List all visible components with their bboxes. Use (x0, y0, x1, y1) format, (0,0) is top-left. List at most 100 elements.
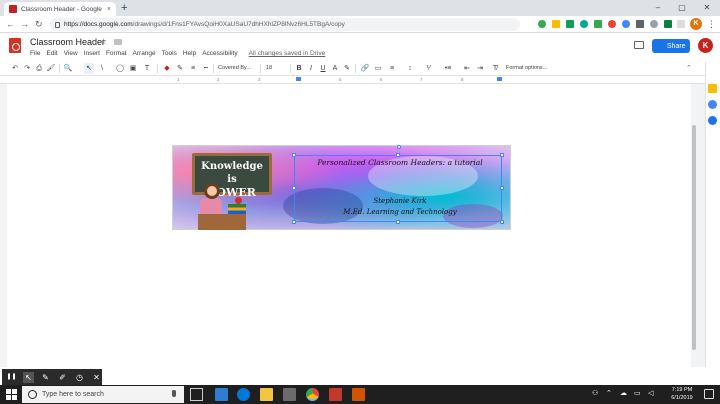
zoom-button[interactable]: 🔍 (62, 63, 74, 74)
scrollbar-thumb[interactable] (692, 125, 696, 350)
menu-view[interactable]: View (64, 50, 78, 57)
people-icon[interactable]: ⚇ (592, 389, 598, 399)
windows-start-icon[interactable] (6, 389, 17, 400)
action-center-icon[interactable] (704, 389, 714, 399)
address-bar[interactable]: https://docs.google.com/drawings/d/1Fns1… (50, 18, 520, 31)
border-dash-button[interactable]: ┅ (201, 63, 211, 74)
line-tool-button[interactable]: \ (97, 63, 107, 74)
system-clock[interactable]: 7:19 PM 6/1/2019 (664, 386, 700, 402)
taskbar-search-box[interactable]: Type here to search (22, 386, 184, 403)
highlight-button[interactable]: ✎ (343, 63, 351, 74)
close-recorder-button[interactable]: ✕ (91, 372, 102, 383)
chrome-icon[interactable] (306, 388, 319, 401)
extension-check-icon[interactable] (538, 20, 546, 28)
pause-recording-button[interactable]: ❚❚ (6, 372, 17, 383)
edge-browser-icon[interactable] (237, 388, 250, 401)
menu-tools[interactable]: Tools (162, 50, 177, 57)
rotate-handle[interactable] (397, 145, 401, 149)
extension-gray-icon[interactable] (636, 20, 644, 28)
save-status-link[interactable]: All changes saved in Drive (249, 50, 326, 57)
undo-button[interactable]: ↶ (10, 63, 20, 74)
print-button[interactable]: ⎙ (34, 63, 44, 74)
extension-grammar-icon[interactable] (580, 20, 588, 28)
menu-format[interactable]: Format (106, 50, 127, 57)
extension-circle-icon[interactable] (650, 20, 658, 28)
minimize-button[interactable]: – (648, 0, 668, 16)
resize-handle[interactable] (396, 220, 400, 224)
bulleted-list-button[interactable]: •≡ (442, 63, 454, 74)
format-options-button[interactable]: Format options... (506, 63, 556, 74)
account-avatar[interactable]: K (698, 38, 713, 53)
browser-profile-avatar[interactable]: K (690, 18, 702, 30)
image-button[interactable]: ▣ (128, 63, 138, 74)
resize-handle[interactable] (500, 220, 504, 224)
app-red-icon[interactable] (329, 388, 342, 401)
numbered-list-button[interactable]: ⅟ (423, 63, 433, 74)
text-color-button[interactable]: A (331, 63, 339, 74)
app-orange-icon[interactable] (352, 388, 365, 401)
increase-indent-button[interactable]: ⇥ (475, 63, 485, 74)
resize-handle[interactable] (292, 186, 296, 190)
tasks-icon[interactable] (708, 100, 717, 109)
collapse-toolbar-icon[interactable]: ⌃ (686, 63, 692, 74)
border-color-button[interactable]: ✎ (175, 63, 185, 74)
select-tool-button[interactable]: ↖ (84, 63, 94, 74)
paint-format-button[interactable]: 🖌 (46, 63, 56, 74)
link-button[interactable]: 🔗 (360, 63, 370, 74)
font-size-select[interactable]: 18 (266, 63, 286, 74)
microphone-icon[interactable] (172, 390, 176, 397)
menu-edit[interactable]: Edit (46, 50, 57, 57)
menu-accessibility[interactable]: Accessibility (202, 50, 237, 57)
onedrive-icon[interactable]: ☁ (620, 389, 627, 399)
resize-handle[interactable] (292, 220, 296, 224)
pen-tool-button[interactable]: ✎ (40, 372, 51, 383)
align-button[interactable]: ≡ (387, 63, 397, 74)
font-select[interactable]: Covered By... (218, 63, 258, 74)
fill-color-button[interactable]: ◆ (162, 63, 172, 74)
extension-puzzle-icon[interactable] (677, 20, 685, 28)
comment-button[interactable]: ▭ (373, 63, 383, 74)
extension-blue-icon[interactable] (622, 20, 630, 28)
resize-handle[interactable] (292, 153, 296, 157)
show-hidden-icons[interactable]: ⌃ (606, 389, 612, 399)
left-indent-marker[interactable] (296, 77, 301, 81)
task-view-icon[interactable] (190, 388, 203, 401)
edge-classic-icon[interactable] (215, 388, 228, 401)
back-button[interactable]: ← (6, 19, 15, 29)
redo-button[interactable]: ↷ (22, 63, 32, 74)
menu-help[interactable]: Help (183, 50, 196, 57)
comment-history-icon[interactable] (634, 41, 644, 49)
right-indent-marker[interactable] (497, 77, 502, 81)
border-weight-button[interactable]: ≡ (188, 63, 198, 74)
store-icon[interactable] (283, 388, 296, 401)
close-tab-icon[interactable]: × (107, 6, 111, 13)
bold-button[interactable]: B (295, 63, 303, 74)
drawings-logo[interactable] (9, 38, 21, 53)
menu-insert[interactable]: Insert (84, 50, 100, 57)
resize-handle[interactable] (500, 186, 504, 190)
extension-sheet-icon[interactable] (566, 20, 574, 28)
text-box-selection[interactable] (294, 155, 502, 222)
file-explorer-icon[interactable] (260, 388, 273, 401)
timer-button[interactable]: ◷ (74, 372, 85, 383)
menu-arrange[interactable]: Arrange (133, 50, 156, 57)
resize-handle[interactable] (500, 153, 504, 157)
resize-handle[interactable] (396, 153, 400, 157)
underline-button[interactable]: U (319, 63, 327, 74)
forward-button[interactable]: → (20, 19, 29, 29)
keep-icon[interactable] (708, 84, 717, 93)
close-window-button[interactable]: ✕ (697, 0, 717, 16)
star-icon[interactable]: ☆ (100, 37, 107, 46)
document-title[interactable]: Classroom Header (30, 37, 105, 47)
menu-file[interactable]: File (30, 50, 40, 57)
maximize-button[interactable]: ▢ (672, 0, 692, 16)
new-tab-button[interactable]: + (121, 2, 127, 14)
shape-tool-button[interactable]: ◯ (115, 63, 125, 74)
extension-bookmark-icon[interactable] (664, 20, 672, 28)
extension-folder-icon[interactable] (552, 20, 560, 28)
browser-menu-icon[interactable]: ⋮ (707, 18, 716, 30)
network-icon[interactable]: ▭ (634, 389, 641, 399)
text-box-button[interactable]: T (142, 63, 152, 74)
clear-formatting-button[interactable]: T̸ (490, 63, 500, 74)
highlighter-tool-button[interactable]: ✐ (57, 372, 68, 383)
